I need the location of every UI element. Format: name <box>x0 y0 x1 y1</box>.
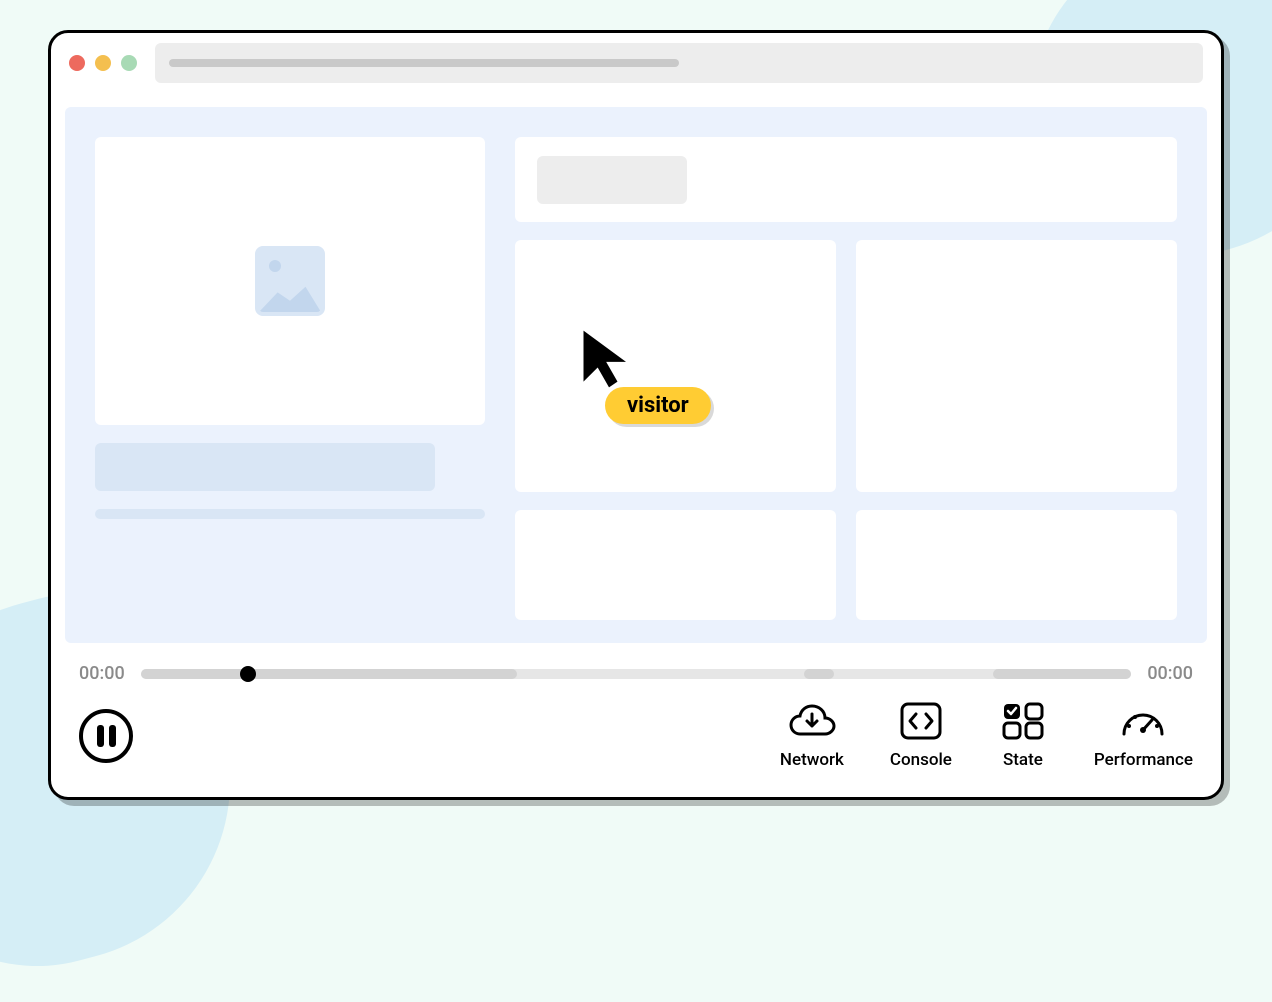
content-card <box>856 510 1177 620</box>
content-card <box>856 240 1177 492</box>
close-window-icon[interactable] <box>69 55 85 71</box>
timeline-handle[interactable] <box>240 666 256 682</box>
timeline-segment <box>141 669 517 679</box>
tab-performance[interactable]: Performance <box>1094 702 1193 770</box>
header-card <box>515 137 1177 222</box>
tab-network[interactable]: Network <box>780 702 844 770</box>
gauge-icon <box>1118 702 1168 740</box>
cursor-badge: visitor <box>605 387 711 424</box>
text-placeholder-line <box>95 509 485 519</box>
playback-timeline: 00:00 00:00 <box>79 663 1193 684</box>
grid-check-icon <box>998 702 1048 740</box>
window-titlebar <box>51 33 1221 93</box>
cloud-download-icon <box>787 702 837 740</box>
timeline-segment <box>993 669 1132 679</box>
address-bar[interactable] <box>155 43 1203 83</box>
content-card <box>515 240 836 492</box>
time-total: 00:00 <box>1147 663 1193 684</box>
text-placeholder-large <box>95 443 435 491</box>
header-chip-placeholder <box>537 156 687 204</box>
player-toolbar: Network Console State Performance <box>51 702 1221 792</box>
image-placeholder-card <box>95 137 485 425</box>
replay-canvas: visitor <box>65 107 1207 643</box>
tab-label: Network <box>780 750 844 770</box>
tab-label: Console <box>890 750 952 770</box>
session-replay-window: visitor 00:00 00:00 Network <box>48 30 1224 800</box>
devtools-tabs: Network Console State Performance <box>780 702 1193 770</box>
pause-icon <box>97 725 116 747</box>
traffic-lights <box>69 55 137 71</box>
code-brackets-icon <box>896 702 946 740</box>
content-card <box>515 510 836 620</box>
tab-state[interactable]: State <box>998 702 1048 770</box>
cursor-icon <box>575 325 643 393</box>
timeline-segment <box>804 669 834 679</box>
address-bar-placeholder <box>169 59 679 67</box>
pause-button[interactable] <box>79 709 133 763</box>
content-grid-row-2 <box>515 510 1177 620</box>
image-icon <box>255 246 325 316</box>
visitor-cursor: visitor <box>575 325 643 397</box>
timeline-track[interactable] <box>141 669 1132 679</box>
maximize-window-icon[interactable] <box>121 55 137 71</box>
tab-label: Performance <box>1094 750 1193 770</box>
left-column <box>95 137 485 519</box>
tab-console[interactable]: Console <box>890 702 952 770</box>
time-elapsed: 00:00 <box>79 663 125 684</box>
minimize-window-icon[interactable] <box>95 55 111 71</box>
tab-label: State <box>1003 750 1043 770</box>
